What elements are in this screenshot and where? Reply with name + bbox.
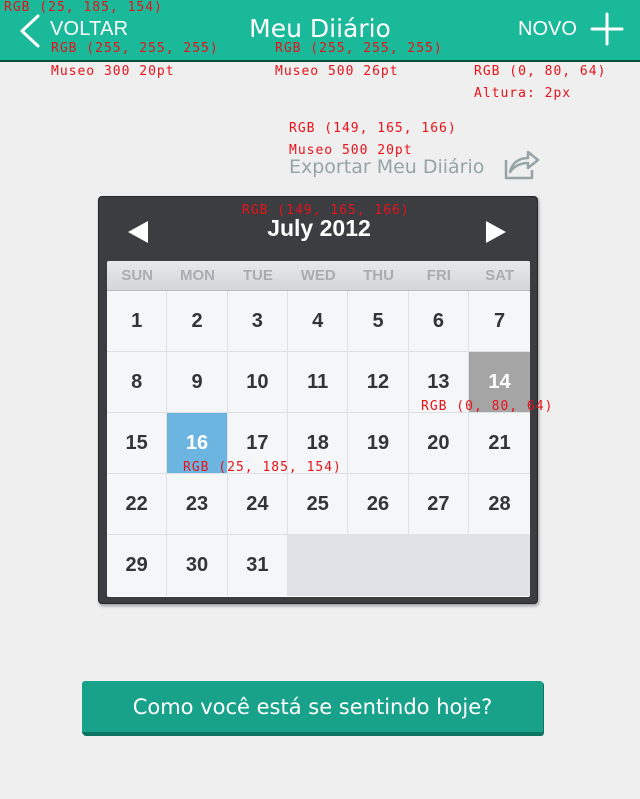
weekday-label: FRI [426, 267, 451, 284]
calendar-grid: SUN MON TUE WED THU FRI SAT 1 2 3 4 5 6 7 8 9 10 11 12 13 1… [107, 261, 530, 597]
calendar-week-row: 1234567 [107, 291, 530, 352]
share-icon[interactable] [500, 146, 540, 182]
calendar-empty-cell [408, 535, 470, 596]
calendar-day[interactable]: 31 [227, 535, 289, 596]
weekday-header-row: SUN MON TUE WED THU FRI SAT [107, 261, 530, 291]
new-entry-button[interactable]: NOVO [518, 18, 577, 41]
weekday-label: SAT [485, 267, 514, 284]
weekday-label: MON [180, 267, 216, 284]
calendar-day[interactable]: 22 [107, 474, 168, 535]
calendar-month-label: July 2012 [267, 215, 371, 241]
header-divider [0, 60, 640, 62]
plus-icon[interactable] [590, 12, 624, 46]
calendar-week-row: 22 23 24 25 26 27 28 [107, 474, 530, 535]
calendar-day[interactable]: 12 [348, 352, 409, 413]
calendar-day[interactable]: 19 [348, 413, 409, 474]
annotation-selected-color: RGB (25, 185, 154) [183, 460, 342, 475]
calendar-day[interactable]: 29 [107, 535, 168, 596]
calendar-day[interactable]: 25 [288, 474, 349, 535]
annotation-back-font: Museo 300 20pt [51, 64, 175, 79]
weekday-label: THU [363, 267, 394, 284]
calendar-empty-cell [348, 535, 409, 596]
calendar-day[interactable]: 4 [288, 291, 349, 352]
weekday-label: WED [300, 267, 336, 284]
calendar-week-row: 29 30 31 [107, 535, 530, 596]
weekday-label: SUN [121, 267, 153, 284]
arrow-right-icon[interactable] [484, 219, 508, 245]
calendar-day[interactable]: 21 [469, 413, 530, 474]
annotation-line-color: RGB (0, 80, 64) [474, 64, 607, 79]
calendar-empty-cell [288, 535, 349, 596]
annotation-export-color: RGB (149, 165, 166) [289, 121, 457, 136]
calendar-empty-cell [469, 535, 530, 596]
calendar-day[interactable]: 1 [107, 291, 168, 352]
annotation-line-height: Altura: 2px [474, 86, 572, 101]
calendar-day[interactable]: 30 [167, 535, 228, 596]
export-diary-link[interactable]: Exportar Meu Diiário [289, 156, 484, 178]
annotation-back-color: RGB (255, 255, 255) [51, 41, 219, 56]
annotation-header-color: RGB (25, 185, 154) [4, 0, 163, 15]
how-are-you-feeling-button[interactable]: Como você está se sentindo hoje? [82, 681, 543, 735]
calendar-day[interactable]: 10 [227, 352, 289, 413]
calendar-day[interactable]: 9 [167, 352, 228, 413]
calendar-day[interactable]: 8 [107, 352, 168, 413]
calendar-day[interactable]: 28 [469, 474, 530, 535]
annotation-calendar-header: RGB (149, 165, 166) [242, 203, 410, 218]
calendar-day[interactable]: 7 [469, 291, 530, 352]
calendar-day[interactable]: 24 [227, 474, 289, 535]
calendar-day[interactable]: 3 [227, 291, 289, 352]
calendar-day[interactable]: 5 [348, 291, 409, 352]
calendar-day[interactable]: 26 [348, 474, 409, 535]
calendar-day[interactable]: 11 [288, 352, 349, 413]
calendar-day[interactable]: 20 [408, 413, 470, 474]
calendar-day[interactable]: 23 [167, 474, 228, 535]
calendar-day[interactable]: 15 [107, 413, 168, 474]
annotation-today-color: RGB (0, 80, 64) [421, 399, 554, 414]
weekday-label: TUE [242, 267, 273, 284]
annotation-title-color: RGB (255, 255, 255) [275, 41, 443, 56]
calendar-day[interactable]: 6 [408, 291, 470, 352]
calendar-day[interactable]: 2 [167, 291, 228, 352]
calendar-day[interactable]: 27 [408, 474, 470, 535]
annotation-title-font: Museo 500 26pt [275, 64, 399, 79]
